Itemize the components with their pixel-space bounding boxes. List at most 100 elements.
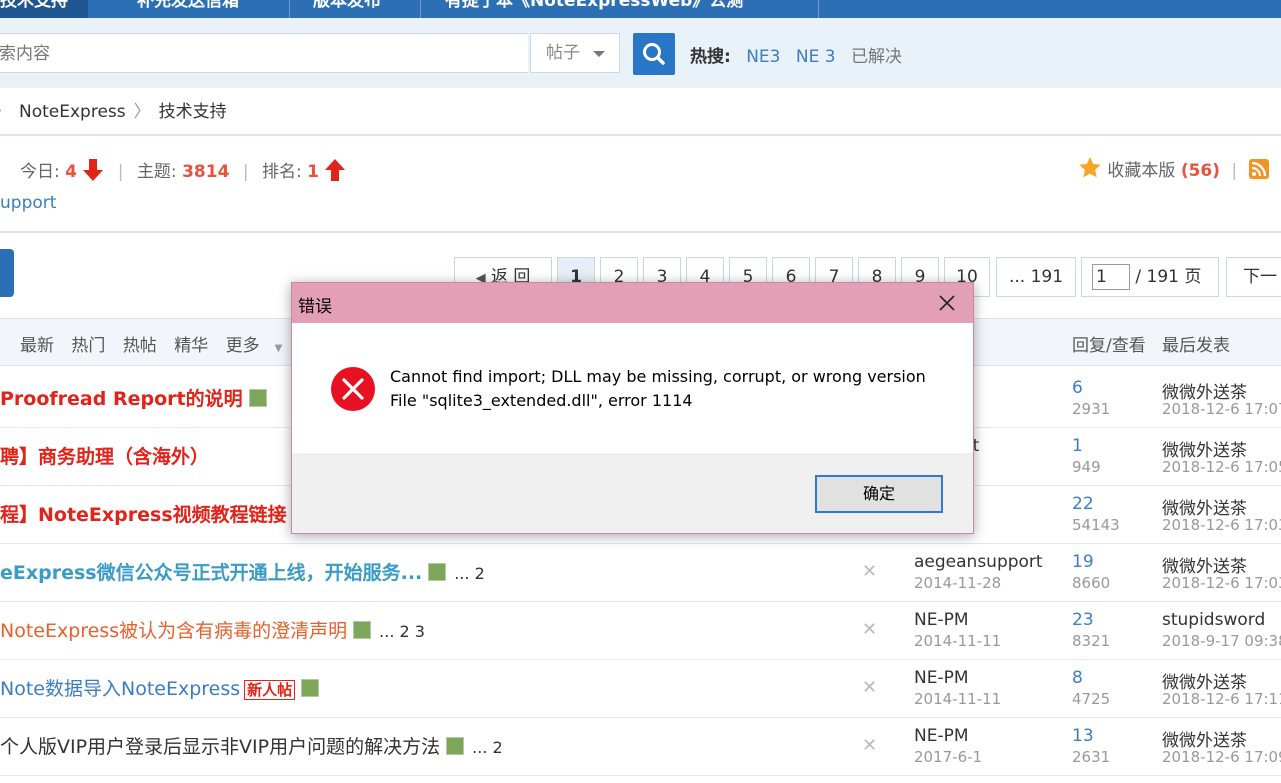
tab-tech-support[interactable]: 技术支持 xyxy=(0,0,88,18)
last-post-date[interactable]: 2018-12-6 17:09 xyxy=(1162,748,1281,766)
thread-title[interactable]: NoteExpress被认为含有病毒的澄清声明 ... 2 3 xyxy=(0,616,425,643)
filter-latest[interactable]: 最新 xyxy=(20,336,54,356)
dialog-titlebar: 错误 xyxy=(292,283,973,323)
close-icon[interactable]: ✕ xyxy=(862,619,877,640)
hot-term-ne3[interactable]: NE3 xyxy=(746,47,780,67)
topics-label: 主题: xyxy=(136,162,177,182)
caret-down-icon: ▼ xyxy=(274,343,283,354)
close-icon[interactable]: ✕ xyxy=(862,677,877,698)
close-icon[interactable]: ✕ xyxy=(862,735,877,756)
reply-count[interactable]: 13 xyxy=(1072,726,1094,746)
col-reply-view: 回复/查看 xyxy=(1072,336,1146,356)
thread-date: 2014-11-11 xyxy=(914,632,1002,650)
thread-author[interactable]: NE-PM xyxy=(914,726,969,746)
thread-pages[interactable]: ... 2 xyxy=(454,564,485,583)
error-icon xyxy=(331,367,375,411)
error-message-line1: Cannot find import; DLL may be missing, … xyxy=(390,367,926,386)
table-row: eExpress微信公众号正式开通上线，开始服务... ... 2 ✕ aegeans… xyxy=(0,543,1281,602)
ok-button[interactable]: 确定 xyxy=(815,475,943,513)
thread-title-text: Proofread Report的说明 xyxy=(0,388,243,410)
thread-title[interactable]: eExpress微信公众号正式开通上线，开始服务... ... 2 xyxy=(0,558,485,585)
filter-more-label: 更多 xyxy=(225,336,260,356)
rank-value: 1 xyxy=(307,162,319,182)
last-poster[interactable]: stupidsword xyxy=(1162,610,1265,630)
search-input[interactable]: 索内容 xyxy=(0,33,528,73)
star-icon xyxy=(1079,157,1101,178)
chevron-right-icon: 〉 xyxy=(0,102,11,122)
new-post-button[interactable] xyxy=(0,249,14,297)
rss-icon[interactable] xyxy=(1248,159,1269,179)
search-icon xyxy=(643,43,665,65)
image-attachment-icon xyxy=(248,389,267,407)
hot-search: 热搜: NE3 NE 3 已解决 xyxy=(690,42,902,67)
thread-title-text: NoteExpress被认为含有病毒的澄清声明 xyxy=(0,620,348,642)
moderator-link[interactable]: upport xyxy=(0,193,56,213)
top-nav: 技术支持 补充发送信箱 版本发布 有提了本《NoteExpressWeb》公测 xyxy=(0,0,1281,18)
favorite-count: (56) xyxy=(1180,161,1221,181)
thread-date: 2014-11-28 xyxy=(914,574,1002,592)
search-type-select[interactable]: 帖子 xyxy=(530,33,620,73)
view-count: 4725 xyxy=(1072,690,1111,708)
filter-popular[interactable]: 热帖 xyxy=(123,336,157,356)
reply-count[interactable]: 6 xyxy=(1072,378,1083,398)
tab-release[interactable]: 版本发布 xyxy=(313,0,381,18)
topics-count: 3814 xyxy=(182,162,230,182)
nav-divider xyxy=(289,0,290,18)
last-post-date[interactable]: 2018-9-17 09:38 xyxy=(1162,632,1281,650)
next-page-button[interactable]: 下一 xyxy=(1226,257,1281,297)
tab-mailbox[interactable]: 补充发送信箱 xyxy=(137,0,239,18)
thread-title[interactable]: Note数据导入NoteExpress 新人帖 xyxy=(0,674,320,701)
reply-count[interactable]: 23 xyxy=(1072,610,1094,630)
thread-filters: 最新 热门 热帖 精华 更多 ▼ xyxy=(20,331,306,356)
last-post-date[interactable]: 2018-12-6 17:07 xyxy=(1162,400,1281,418)
close-icon[interactable] xyxy=(935,291,959,315)
page-jump: 1 / 191 页 xyxy=(1081,257,1219,297)
error-dialog: 错误 Cannot find import; DLL may be missin… xyxy=(291,282,974,534)
image-attachment-icon xyxy=(301,679,320,697)
last-post-date[interactable]: 2018-12-6 17:11 xyxy=(1162,690,1281,708)
thread-title[interactable]: Proofread Report的说明 xyxy=(0,384,267,411)
divider xyxy=(0,231,1281,233)
forum-stats: 今日: 4 | 主题: 3814 | 排名: 1 xyxy=(20,157,346,182)
thread-title[interactable]: 个人版VIP用户登录后显示非VIP用户问题的解决方法 ... 2 xyxy=(0,732,503,759)
error-message-line2: File "sqlite3_extended.dll", error 1114 xyxy=(390,391,693,410)
thread-author[interactable]: aegeansupport xyxy=(914,552,1043,572)
image-attachment-icon xyxy=(428,563,447,581)
thread-pages[interactable]: ... 2 3 xyxy=(379,622,425,641)
col-last-post: 最后发表 xyxy=(1162,336,1230,356)
favorite-forum[interactable]: 收藏本版 (56) | xyxy=(1078,156,1269,181)
view-count: 8660 xyxy=(1072,574,1111,592)
thread-title[interactable]: 聘】商务助理（含海外） xyxy=(0,442,209,469)
reply-count[interactable]: 19 xyxy=(1072,552,1094,572)
chevron-right-icon: 〉 xyxy=(133,102,151,122)
thread-author[interactable]: NE-PM xyxy=(914,668,969,688)
thread-author[interactable]: NE-PM xyxy=(914,610,969,630)
breadcrumb-noteexpress[interactable]: NoteExpress xyxy=(19,102,126,122)
hot-term-solved[interactable]: 已解决 xyxy=(851,47,902,67)
last-post-date[interactable]: 2018-12-6 17:03 xyxy=(1162,574,1281,592)
page-jump-input[interactable]: 1 xyxy=(1092,264,1130,290)
view-count: 2631 xyxy=(1072,748,1111,766)
filter-digest[interactable]: 精华 xyxy=(174,336,208,356)
breadcrumb: 〉NoteExpress〉技术支持 xyxy=(0,97,227,122)
table-row: NoteExpress被认为含有病毒的澄清声明 ... 2 3 ✕ NE-PM 2014… xyxy=(0,601,1281,660)
thread-title-text: 程】NoteExpress视频教程链接 xyxy=(0,504,287,526)
reply-count[interactable]: 1 xyxy=(1072,436,1083,456)
filter-more[interactable]: 更多 ▼ xyxy=(226,336,295,356)
page-last[interactable]: ... 191 xyxy=(996,257,1076,297)
filter-hot[interactable]: 热门 xyxy=(71,336,105,356)
breadcrumb-tech-support[interactable]: 技术支持 xyxy=(159,102,227,122)
tab-beta[interactable]: 有提了本《NoteExpressWeb》公测 xyxy=(445,0,743,18)
divider xyxy=(0,134,1281,136)
view-count: 949 xyxy=(1072,458,1101,476)
hot-term-ne-3[interactable]: NE 3 xyxy=(796,47,836,67)
thread-title[interactable]: 程】NoteExpress视频教程链接 xyxy=(0,500,287,527)
search-button[interactable] xyxy=(633,33,675,75)
close-icon[interactable]: ✕ xyxy=(862,561,877,582)
reply-count[interactable]: 8 xyxy=(1072,668,1083,688)
page-total: / 191 页 xyxy=(1135,267,1202,287)
thread-pages[interactable]: ... 2 xyxy=(472,738,503,757)
last-post-date[interactable]: 2018-12-6 17:03 xyxy=(1162,516,1281,534)
last-post-date[interactable]: 2018-12-6 17:05 xyxy=(1162,458,1281,476)
reply-count[interactable]: 22 xyxy=(1072,494,1094,514)
